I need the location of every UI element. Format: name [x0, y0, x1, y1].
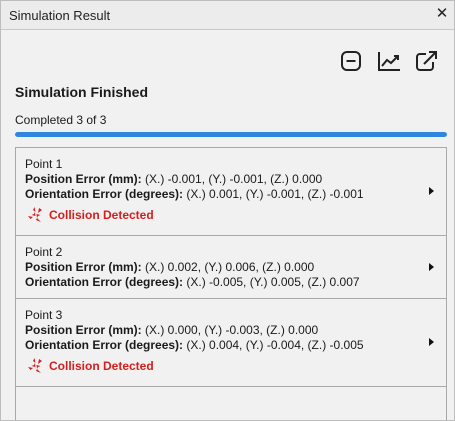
- toolbar: [338, 49, 440, 73]
- collapse-icon[interactable]: [338, 49, 364, 73]
- position-error-values: (X.) 0.002, (Y.) 0.006, (Z.) 0.000: [141, 260, 315, 274]
- point-name: Point 3: [25, 308, 63, 322]
- collision-text: Collision Detected: [49, 359, 154, 373]
- title-bar: Simulation Result ✕: [1, 1, 454, 30]
- orientation-error-label: Orientation Error (degrees):: [25, 338, 184, 352]
- position-error: Position Error (mm): (X.) 0.002, (Y.) 0.…: [25, 260, 416, 275]
- orientation-error: Orientation Error (degrees): (X.) 0.004,…: [25, 338, 416, 353]
- position-error-label: Position Error (mm):: [25, 172, 142, 186]
- chevron-right-icon[interactable]: [429, 338, 434, 346]
- orientation-error-values: (X.) -0.005, (Y.) 0.005, (Z.) 0.007: [183, 275, 360, 289]
- chevron-right-icon[interactable]: [429, 187, 434, 195]
- position-error: Position Error (mm): (X.) -0.001, (Y.) -…: [25, 172, 416, 187]
- orientation-error: Orientation Error (degrees): (X.) 0.001,…: [25, 187, 416, 202]
- collision-icon: [27, 358, 45, 374]
- point-name: Point 1: [25, 157, 63, 171]
- collision-status: Collision Detected: [25, 356, 416, 376]
- position-error-values: (X.) -0.001, (Y.) -0.001, (Z.) 0.000: [141, 172, 323, 186]
- close-icon[interactable]: ✕: [433, 5, 451, 23]
- open-external-icon[interactable]: [414, 49, 440, 73]
- list-item-point-3[interactable]: Point 3 Position Error (mm): (X.) 0.000,…: [16, 299, 446, 387]
- progress-bar-fill: [15, 132, 447, 137]
- progress-text: Completed 3 of 3: [15, 113, 107, 127]
- collision-icon: [27, 207, 45, 223]
- position-error-label: Position Error (mm):: [25, 323, 142, 337]
- status-heading: Simulation Finished: [15, 84, 149, 100]
- list-item-point-2[interactable]: Point 2 Position Error (mm): (X.) 0.002,…: [16, 236, 446, 299]
- simulation-result-panel: Simulation Result ✕ Simulation Finished: [0, 0, 455, 421]
- orientation-error-label: Orientation Error (degrees):: [25, 275, 184, 289]
- position-error-values: (X.) 0.000, (Y.) -0.003, (Z.) 0.000: [141, 323, 319, 337]
- collision-status: Collision Detected: [25, 205, 416, 225]
- collision-text: Collision Detected: [49, 208, 154, 222]
- list-item-point-1[interactable]: Point 1 Position Error (mm): (X.) -0.001…: [16, 148, 446, 236]
- point-name: Point 2: [25, 245, 63, 259]
- position-error-label: Position Error (mm):: [25, 260, 142, 274]
- orientation-error-values: (X.) 0.001, (Y.) -0.001, (Z.) -0.001: [183, 187, 364, 201]
- orientation-error-values: (X.) 0.004, (Y.) -0.004, (Z.) -0.005: [183, 338, 364, 352]
- chevron-right-icon[interactable]: [429, 263, 434, 271]
- orientation-error: Orientation Error (degrees): (X.) -0.005…: [25, 275, 416, 290]
- window-title: Simulation Result: [9, 8, 111, 23]
- progress-bar: [15, 132, 447, 137]
- orientation-error-label: Orientation Error (degrees):: [25, 187, 184, 201]
- point-list: Point 1 Position Error (mm): (X.) -0.001…: [15, 147, 447, 420]
- chart-icon[interactable]: [376, 49, 402, 73]
- position-error: Position Error (mm): (X.) 0.000, (Y.) -0…: [25, 323, 416, 338]
